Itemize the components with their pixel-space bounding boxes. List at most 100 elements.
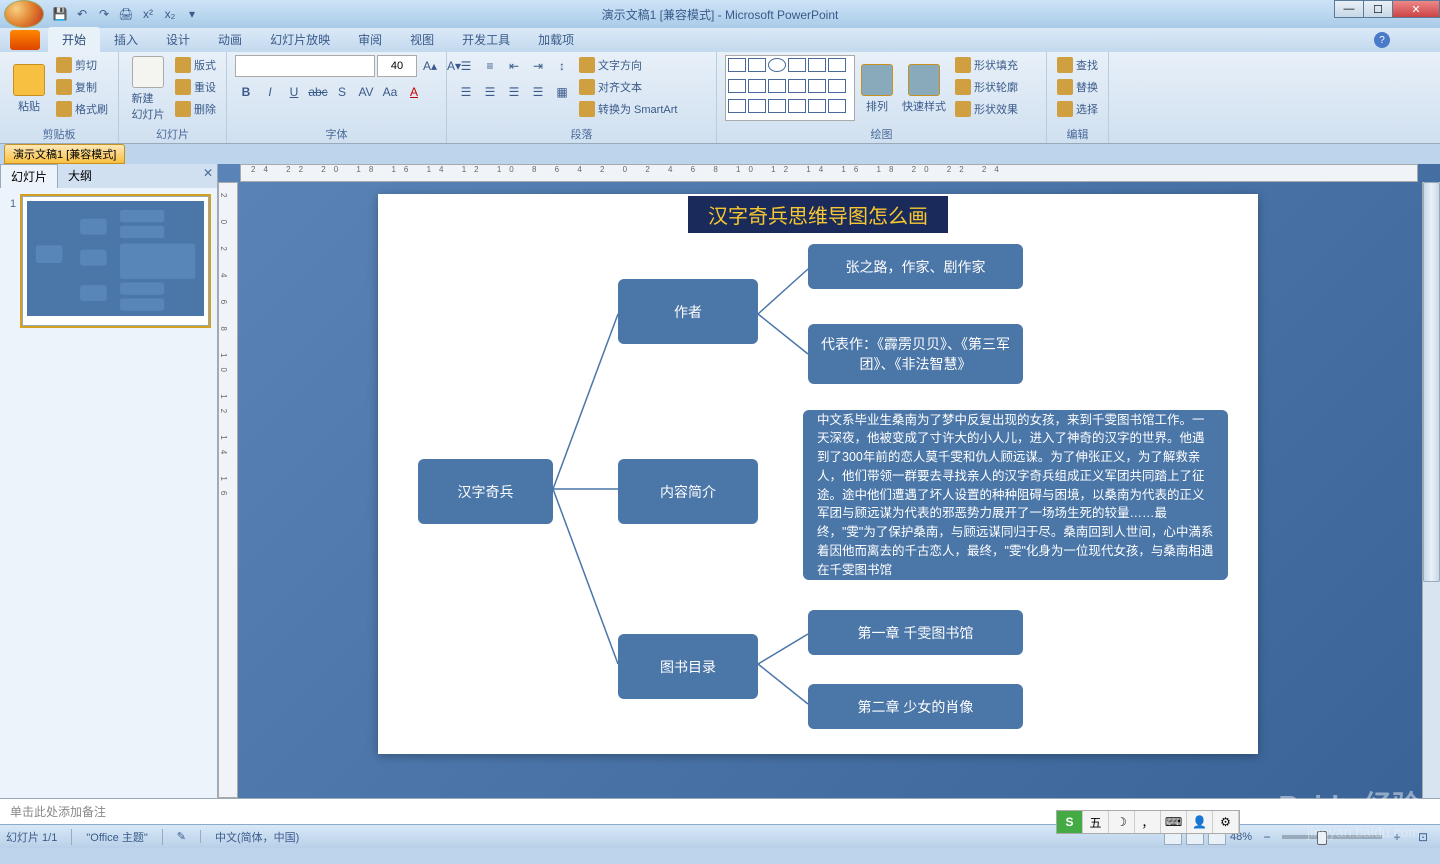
- slide-editor[interactable]: 汉字奇兵思维导图怎么画 汉字奇兵 作者 内容简介 图书目录 张之路，作家、剧作家…: [218, 164, 1440, 798]
- zoom-out-button[interactable]: −: [1256, 826, 1278, 848]
- cut-button[interactable]: 剪切: [54, 55, 110, 75]
- case-button[interactable]: Aa: [379, 81, 401, 103]
- vertical-ruler[interactable]: [218, 182, 238, 798]
- paste-button[interactable]: 粘贴: [8, 55, 50, 123]
- thumbnails[interactable]: 1: [0, 188, 217, 798]
- shape-icon[interactable]: [768, 99, 786, 113]
- mindmap-leaf[interactable]: 代表作：《霹雳贝贝》、《第三军团》、《非法智慧》: [808, 324, 1023, 384]
- select-button[interactable]: 选择: [1055, 99, 1100, 119]
- shape-effect-button[interactable]: 形状效果: [953, 99, 1020, 119]
- italic-button[interactable]: I: [259, 81, 281, 103]
- minimize-button[interactable]: —: [1334, 0, 1364, 18]
- print-icon[interactable]: 🖨: [118, 6, 134, 22]
- shape-fill-button[interactable]: 形状填充: [953, 55, 1020, 75]
- panel-close-icon[interactable]: ✕: [203, 166, 213, 180]
- tab-insert[interactable]: 插入: [100, 27, 152, 52]
- shape-icon[interactable]: [728, 79, 746, 93]
- slide-title-box[interactable]: 汉字奇兵思维导图怎么画: [688, 196, 948, 233]
- shape-arrow-icon[interactable]: [788, 58, 806, 72]
- copy-button[interactable]: 复制: [54, 77, 110, 97]
- find-button[interactable]: 查找: [1055, 55, 1100, 75]
- smartart-button[interactable]: 转换为 SmartArt: [577, 99, 679, 119]
- indent-dec-button[interactable]: ⇤: [503, 55, 525, 77]
- shape-rect-icon[interactable]: [748, 58, 766, 72]
- strike-button[interactable]: abc: [307, 81, 329, 103]
- ime-keyboard-icon[interactable]: ⌨: [1161, 811, 1187, 833]
- shape-line-icon[interactable]: [728, 58, 746, 72]
- layout-button[interactable]: 版式: [173, 55, 218, 75]
- text-direction-button[interactable]: 文字方向: [577, 55, 679, 75]
- font-family-select[interactable]: [235, 55, 375, 77]
- fit-window-button[interactable]: ⊡: [1412, 826, 1434, 848]
- bullets-button[interactable]: ☰: [455, 55, 477, 77]
- underline-button[interactable]: U: [283, 81, 305, 103]
- mindmap-leaf[interactable]: 第二章 少女的肖像: [808, 684, 1023, 729]
- qat-dropdown-icon[interactable]: ▾: [184, 6, 200, 22]
- replace-button[interactable]: 替换: [1055, 77, 1100, 97]
- document-tab[interactable]: 演示文稿1 [兼容模式]: [4, 144, 125, 164]
- shape-icon[interactable]: [748, 79, 766, 93]
- tab-addins[interactable]: 加载项: [524, 27, 588, 52]
- ime-mode-button[interactable]: 五: [1083, 811, 1109, 833]
- ime-settings-icon[interactable]: ⚙: [1213, 811, 1239, 833]
- mindmap-branch-summary[interactable]: 内容简介: [618, 459, 758, 524]
- shape-icon[interactable]: [748, 99, 766, 113]
- slide-canvas[interactable]: 汉字奇兵思维导图怎么画 汉字奇兵 作者 内容简介 图书目录 张之路，作家、剧作家…: [378, 194, 1258, 754]
- zoom-slider[interactable]: [1282, 835, 1382, 839]
- tab-outline-panel[interactable]: 大纲: [58, 164, 102, 188]
- horizontal-ruler[interactable]: [240, 164, 1418, 182]
- quick-styles-button[interactable]: 快速样式: [899, 55, 949, 123]
- grow-font-button[interactable]: A▴: [419, 55, 441, 77]
- shape-icon[interactable]: [728, 99, 746, 113]
- shape-icon[interactable]: [828, 79, 846, 93]
- mindmap-branch-author[interactable]: 作者: [618, 279, 758, 344]
- status-spellcheck-icon[interactable]: ✎: [177, 830, 201, 843]
- shape-icon[interactable]: [808, 79, 826, 93]
- numbering-button[interactable]: ≡: [479, 55, 501, 77]
- align-center-button[interactable]: ☰: [479, 81, 501, 103]
- align-right-button[interactable]: ☰: [503, 81, 525, 103]
- shape-icon[interactable]: [828, 58, 846, 72]
- columns-button[interactable]: ▦: [551, 81, 573, 103]
- mindmap-leaf-summary[interactable]: 中文系毕业生桑南为了梦中反复出现的女孩，来到千雯图书馆工作。一天深夜，他被变成了…: [803, 410, 1228, 580]
- zoom-in-button[interactable]: +: [1386, 826, 1408, 848]
- font-color-button[interactable]: A: [403, 81, 425, 103]
- align-left-button[interactable]: ☰: [455, 81, 477, 103]
- shape-icon[interactable]: [808, 99, 826, 113]
- save-icon[interactable]: 💾: [52, 6, 68, 22]
- tab-review[interactable]: 审阅: [344, 27, 396, 52]
- font-size-select[interactable]: [377, 55, 417, 77]
- mindmap-root[interactable]: 汉字奇兵: [418, 459, 553, 524]
- align-text-button[interactable]: 对齐文本: [577, 77, 679, 97]
- maximize-button[interactable]: ☐: [1363, 0, 1393, 18]
- shadow-button[interactable]: S: [331, 81, 353, 103]
- help-icon[interactable]: ?: [1374, 32, 1390, 48]
- tab-developer[interactable]: 开发工具: [448, 27, 524, 52]
- justify-button[interactable]: ☰: [527, 81, 549, 103]
- ime-person-icon[interactable]: 👤: [1187, 811, 1213, 833]
- shape-icon[interactable]: [768, 79, 786, 93]
- ime-logo-icon[interactable]: S: [1057, 811, 1083, 833]
- bold-button[interactable]: B: [235, 81, 257, 103]
- tab-slideshow[interactable]: 幻灯片放映: [256, 27, 344, 52]
- ime-moon-icon[interactable]: ☽: [1109, 811, 1135, 833]
- tab-design[interactable]: 设计: [152, 27, 204, 52]
- tab-home[interactable]: 开始: [48, 27, 100, 52]
- format-painter-button[interactable]: 格式刷: [54, 99, 110, 119]
- mindmap-branch-toc[interactable]: 图书目录: [618, 634, 758, 699]
- shape-oval-icon[interactable]: [768, 58, 786, 72]
- tab-view[interactable]: 视图: [396, 27, 448, 52]
- shape-outline-button[interactable]: 形状轮廓: [953, 77, 1020, 97]
- superscript-icon[interactable]: x²: [140, 6, 156, 22]
- scrollbar-thumb[interactable]: [1423, 182, 1440, 582]
- close-button[interactable]: ✕: [1392, 0, 1440, 18]
- shape-icon[interactable]: [788, 79, 806, 93]
- redo-icon[interactable]: ↷: [96, 6, 112, 22]
- spacing-button[interactable]: AV: [355, 81, 377, 103]
- shape-icon[interactable]: [788, 99, 806, 113]
- reset-button[interactable]: 重设: [173, 77, 218, 97]
- undo-icon[interactable]: ↶: [74, 6, 90, 22]
- mindmap-leaf[interactable]: 第一章 千雯图书馆: [808, 610, 1023, 655]
- line-spacing-button[interactable]: ↕: [551, 55, 573, 77]
- status-language[interactable]: 中文(简体，中国): [215, 829, 299, 845]
